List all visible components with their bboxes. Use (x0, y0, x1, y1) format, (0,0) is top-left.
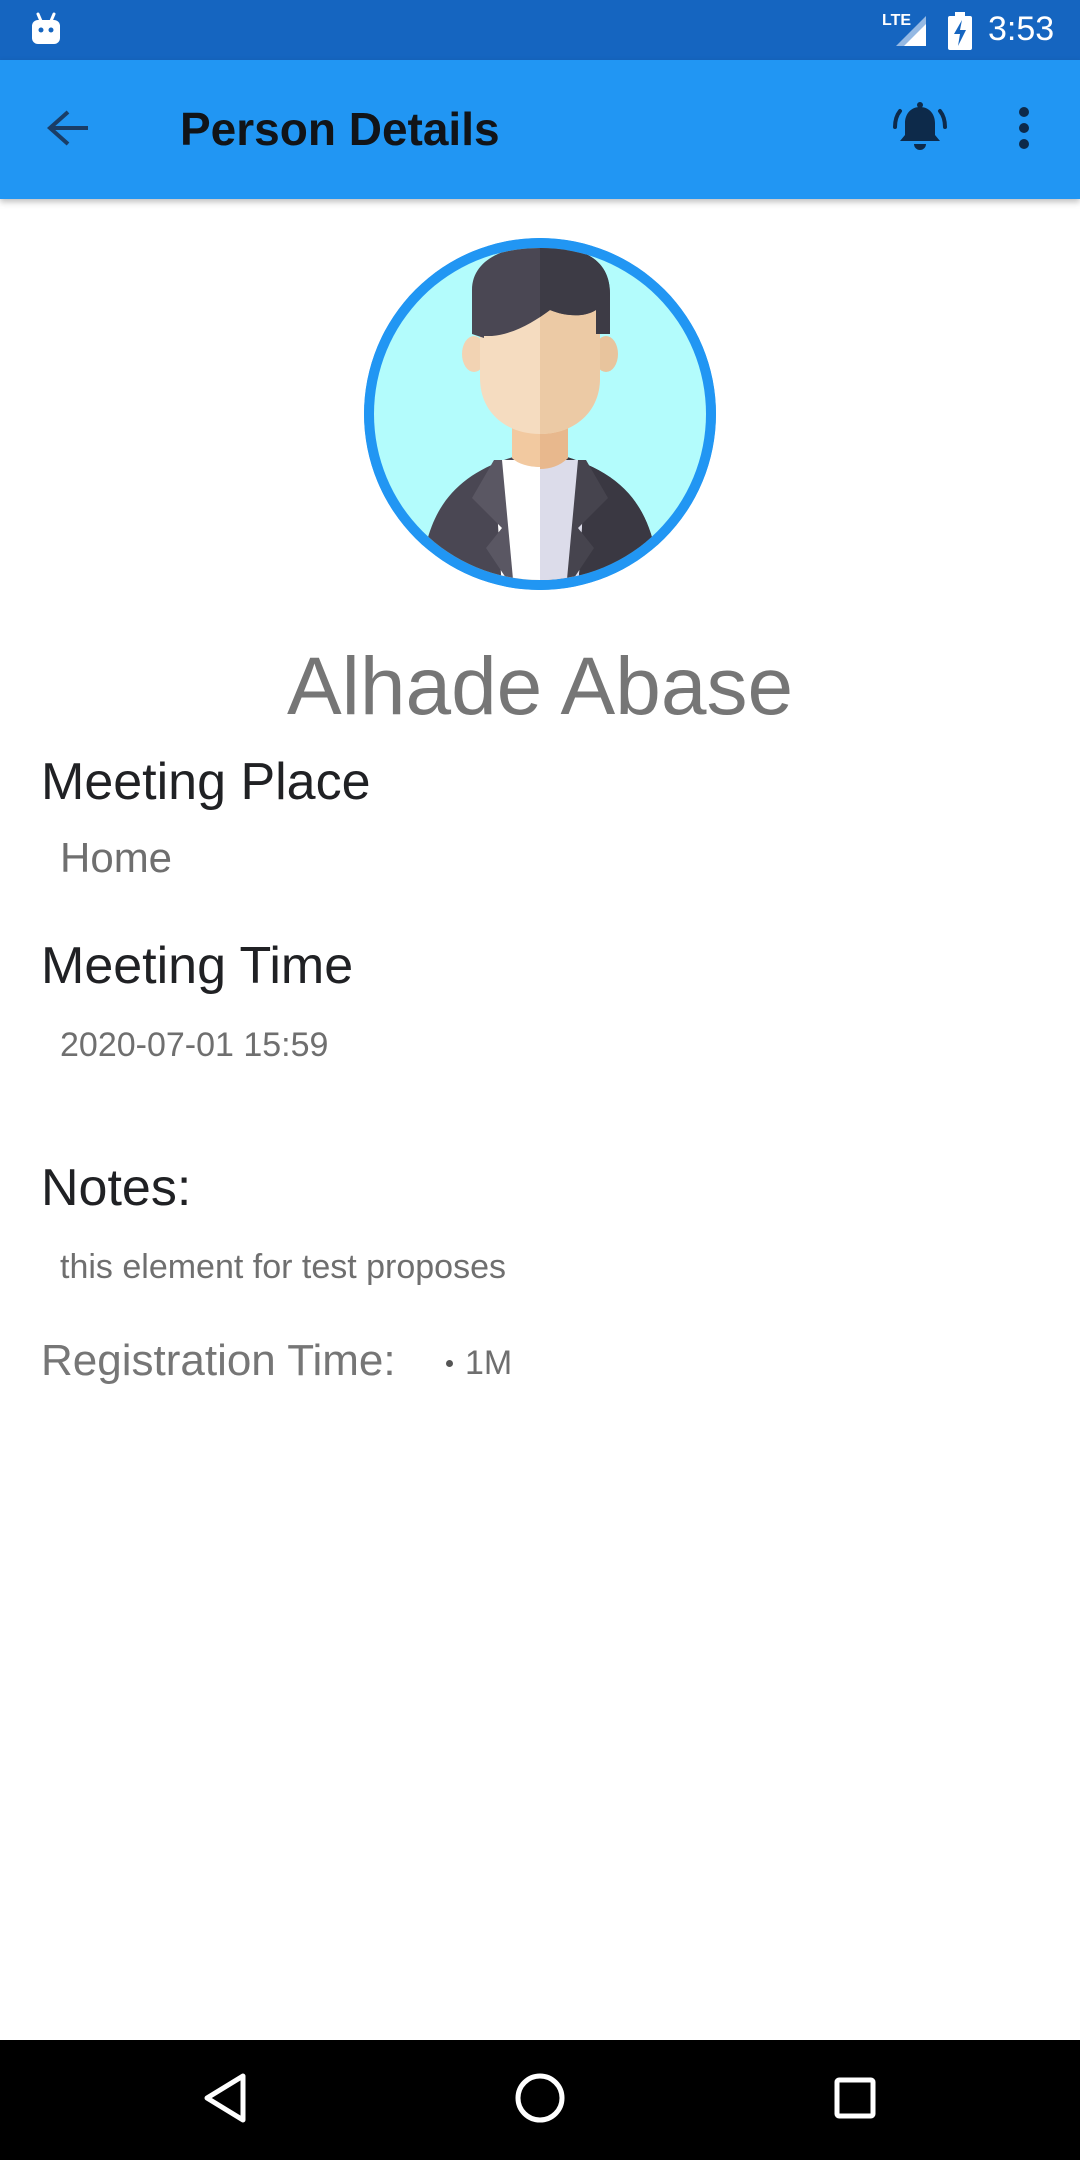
back-button[interactable] (34, 96, 102, 164)
meeting-place-value: Home (60, 834, 173, 881)
overflow-menu-button[interactable] (990, 96, 1058, 164)
alarm-bell-icon (892, 101, 948, 160)
bullet-dot-icon (446, 1360, 453, 1367)
person-details-screen: LTE 3:53 Person Details Alhade Abase Mee… (0, 0, 1080, 2160)
nav-back-button[interactable] (180, 2060, 270, 2140)
page-title: Person Details (180, 103, 500, 155)
alarm-button[interactable] (880, 96, 960, 164)
system-nav-bar (0, 2040, 1080, 2160)
nav-recent-icon (833, 2076, 877, 2125)
android-debug-icon (30, 12, 62, 46)
more-vert-icon (1017, 106, 1031, 155)
registration-time-label: Registration Time: (41, 1336, 396, 1385)
nav-home-icon (514, 2072, 566, 2129)
registration-time-value: 1M (465, 1344, 513, 1382)
status-bar: LTE 3:53 (0, 0, 1080, 60)
notes-value: this element for test proposes (60, 1248, 507, 1286)
person-name: Alhade Abase (286, 641, 794, 732)
nav-home-button[interactable] (495, 2060, 585, 2140)
meeting-time-value: 2020-07-01 15:59 (60, 1026, 329, 1064)
nav-recent-button[interactable] (810, 2060, 900, 2140)
app-bar: Person Details (0, 60, 1080, 199)
cell-signal-icon (886, 14, 928, 48)
nav-back-icon (201, 2072, 249, 2129)
avatar (364, 238, 716, 590)
arrow-back-icon (46, 108, 90, 153)
meeting-time-label: Meeting Time (41, 937, 354, 995)
status-clock: 3:53 (988, 10, 1055, 48)
meeting-place-label: Meeting Place (41, 753, 371, 811)
person-avatar-icon (364, 238, 716, 590)
notes-label: Notes: (41, 1159, 192, 1217)
battery-charging-icon (946, 12, 974, 50)
